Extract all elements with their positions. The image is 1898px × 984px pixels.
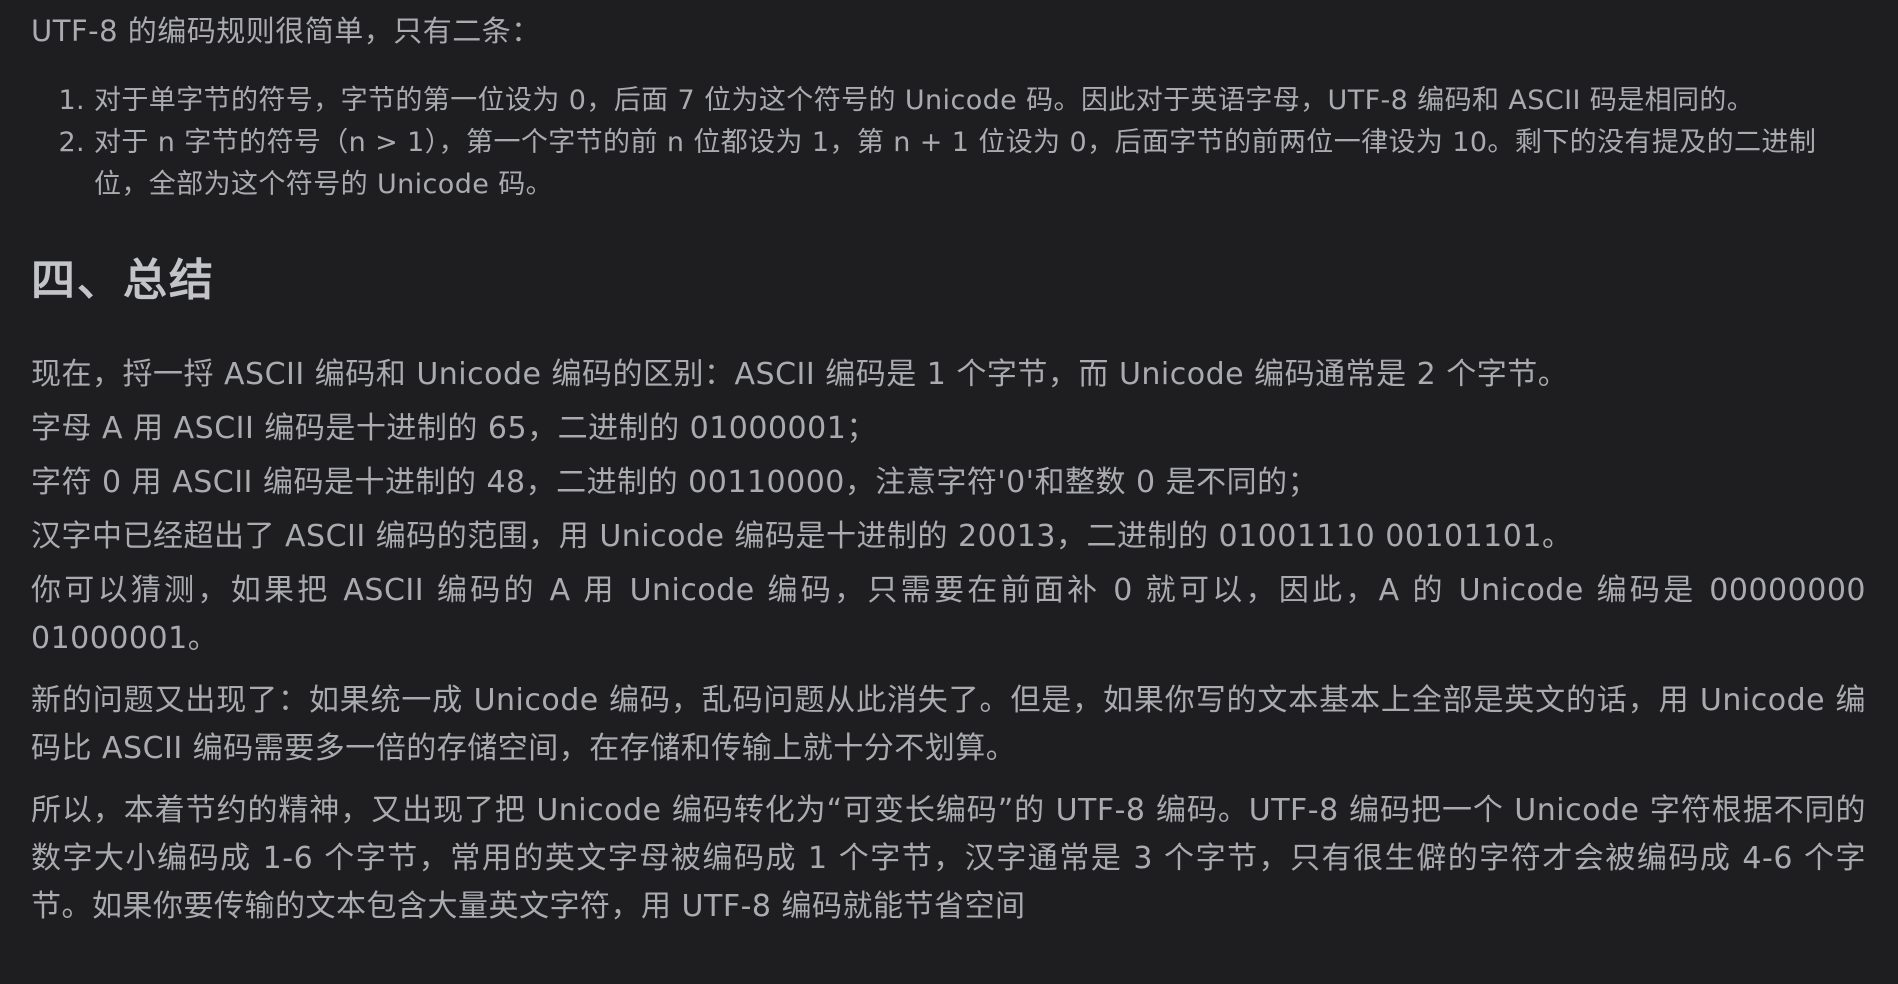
summary-section: 现在，捋一捋 ASCII 编码和 Unicode 编码的区别：ASCII 编码是… <box>31 351 1866 931</box>
article-body: UTF-8 的编码规则很简单，只有二条： 对于单字节的符号，字节的第一位设为 0… <box>0 0 1898 984</box>
paragraph-letter-a: 字母 A 用 ASCII 编码是十进制的 65，二进制的 01000001； <box>31 411 877 446</box>
paragraph-guess-a-unicode: 你可以猜测，如果把 ASCII 编码的 A 用 Unicode 编码，只需要在前… <box>31 573 1866 656</box>
utf8-rules-list: 对于单字节的符号，字节的第一位设为 0，后面 7 位为这个符号的 Unicode… <box>31 80 1866 206</box>
section-title-summary: 四、总结 <box>31 255 215 306</box>
paragraph-char-zero: 字符 0 用 ASCII 编码是十进制的 48，二进制的 00110000，注意… <box>31 465 1319 500</box>
rule-item-multi-byte: 对于 n 字节的符号（n > 1），第一个字节的前 n 位都设为 1，第 n +… <box>94 122 1866 206</box>
paragraph-utf8-conclusion: 所以，本着节约的精神，又出现了把 Unicode 编码转化为“可变长编码”的 U… <box>31 793 1866 924</box>
intro-paragraph: UTF-8 的编码规则很简单，只有二条： <box>31 14 541 48</box>
rule-item-single-byte: 对于单字节的符号，字节的第一位设为 0，后面 7 位为这个符号的 Unicode… <box>94 80 1866 122</box>
paragraph-chinese-char: 汉字中已经超出了 ASCII 编码的范围，用 Unicode 编码是十进制的 2… <box>31 519 1573 554</box>
paragraph-ascii-vs-unicode: 现在，捋一捋 ASCII 编码和 Unicode 编码的区别：ASCII 编码是… <box>31 357 1569 392</box>
paragraph-new-problem: 新的问题又出现了：如果统一成 Unicode 编码，乱码问题从此消失了。但是，如… <box>31 683 1866 766</box>
